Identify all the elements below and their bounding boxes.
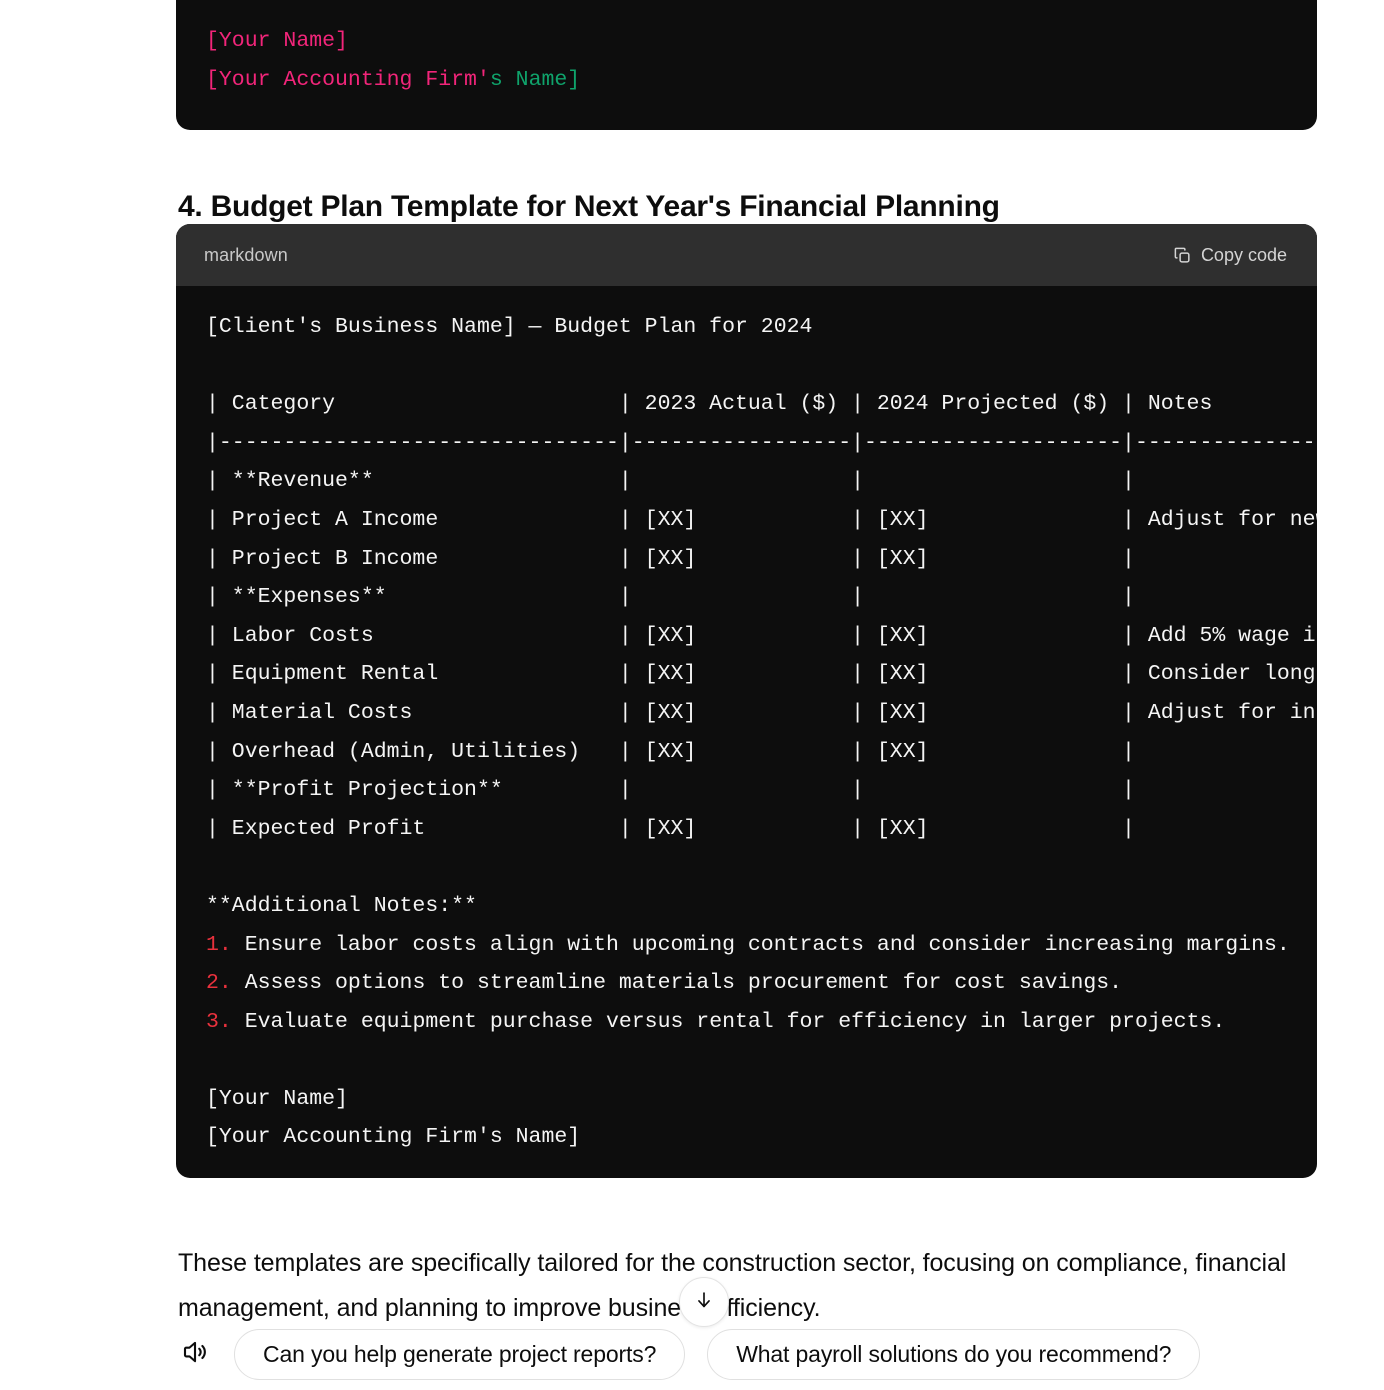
code-segment: | Category | 2023 Actual ($) | 2024 Proj… — [206, 392, 1213, 417]
arrow-down-icon — [693, 1289, 715, 1316]
code-line: | Overhead (Admin, Utilities) | [XX] | [… — [206, 733, 1317, 772]
scroll-to-bottom-button[interactable] — [679, 1277, 729, 1327]
code-line: **Additional Notes:** — [206, 887, 1317, 926]
code-segment: [Client's Business Name] — Budget Plan f… — [206, 315, 813, 339]
code-line: | Material Costs | [XX] | [XX] | Adjust … — [206, 694, 1317, 733]
read-aloud-button[interactable] — [178, 1337, 212, 1371]
code-line: [Your Accounting Firm's Name] — [206, 61, 1317, 100]
code-segment: | **Expenses** | | | | — [206, 585, 1135, 610]
code-language-label: markdown — [204, 244, 288, 265]
code-block-header: markdown Copy code — [176, 224, 1317, 286]
code-line: [Your Name] — [206, 1080, 1317, 1119]
copy-icon — [1173, 246, 1192, 265]
code-line: | Project A Income | [XX] | [XX] | Adjus… — [206, 501, 1317, 540]
code-segment: s Name] — [489, 67, 581, 92]
code-segment: | Project B Income | [XX] | [XX] | | — [206, 546, 1135, 571]
suggestion-chip-1[interactable]: Can you help generate project reports? — [234, 1328, 686, 1380]
code-line: | **Expenses** | | | | — [206, 578, 1317, 617]
copy-code-button-main[interactable]: Copy code — [1161, 238, 1299, 273]
code-segment: 3. — [206, 1009, 232, 1034]
code-segment: Assess options to streamline materials p… — [231, 971, 1123, 996]
code-content-top: [Your Name] [Your Accounting Firm's Name] — [176, 0, 1317, 121]
code-line: 2. Assess options to streamline material… — [206, 964, 1317, 1003]
section-heading: 4. Budget Plan Template for Next Year's … — [178, 189, 1000, 223]
code-content-budget-plan: [Client's Business Name] — Budget Plan f… — [176, 286, 1317, 1178]
suggestion-chip-2[interactable]: What payroll solutions do you recommend? — [707, 1328, 1201, 1380]
code-line: |-------------------------------|-------… — [206, 424, 1317, 463]
code-block-previous: Copy code [Your Name][Your Accounting Fi… — [176, 0, 1317, 130]
code-segment: | Labor Costs | [XX] | [XX] | Add 5% wag… — [206, 623, 1317, 648]
code-segment: [Your Accounting Firm's Name] — [206, 1125, 581, 1150]
code-line: | Project B Income | [XX] | [XX] | | — [206, 540, 1317, 579]
code-segment: | Expected Profit | [XX] | [XX] | | — [206, 816, 1135, 841]
code-line: 3. Evaluate equipment purchase versus re… — [206, 1003, 1317, 1042]
code-line: | Category | 2023 Actual ($) | 2024 Proj… — [206, 385, 1317, 424]
code-segment: Ensure labor costs align with upcoming c… — [231, 932, 1290, 957]
code-line: 1. Ensure labor costs align with upcomin… — [206, 926, 1317, 965]
code-segment: | **Profit Projection** | | | | — [206, 778, 1135, 803]
code-line: | **Revenue** | | | | — [206, 462, 1317, 501]
code-line: [Your Accounting Firm's Name] — [206, 1118, 1317, 1157]
closing-paragraph: These templates are specifically tailore… — [178, 1249, 1287, 1322]
code-line: | **Profit Projection** | | | | — [206, 771, 1317, 810]
code-line: | Labor Costs | [XX] | [XX] | Add 5% wag… — [206, 617, 1317, 656]
code-line: | Equipment Rental | [XX] | [XX] | Consi… — [206, 655, 1317, 694]
code-segment: | Material Costs | [XX] | [XX] | Adjust … — [206, 700, 1317, 725]
code-segment: [Your Accounting Firm' — [206, 67, 490, 92]
code-line: [Client's Business Name] — Budget Plan f… — [206, 308, 1317, 347]
code-segment: | Equipment Rental | [XX] | [XX] | Consi… — [206, 662, 1317, 687]
code-segment: | **Revenue** | | | | — [206, 469, 1135, 494]
code-segment: | Overhead (Admin, Utilities) | [XX] | [… — [206, 739, 1135, 764]
code-segment: [Your Name] — [206, 29, 348, 53]
code-line: [Your Name] — [206, 22, 1317, 61]
code-segment: |-------------------------------|-------… — [206, 430, 1317, 455]
code-segment: 2. — [206, 971, 232, 996]
suggestion-bar: Can you help generate project reports? W… — [178, 1326, 1201, 1382]
copy-code-label-main: Copy code — [1200, 244, 1287, 265]
code-segment: [Your Name] — [206, 1086, 348, 1111]
speaker-icon — [180, 1337, 210, 1372]
code-block-budget-plan: markdown Copy code [Client's Business Na… — [176, 224, 1317, 1178]
code-segment: | Project A Income | [XX] | [XX] | Adjus… — [206, 507, 1317, 532]
code-line: | Expected Profit | [XX] | [XX] | | — [206, 810, 1317, 849]
code-segment: Evaluate equipment purchase versus renta… — [231, 1009, 1226, 1034]
code-segment: 1. — [206, 932, 232, 957]
code-segment: **Additional Notes:** — [206, 893, 477, 918]
